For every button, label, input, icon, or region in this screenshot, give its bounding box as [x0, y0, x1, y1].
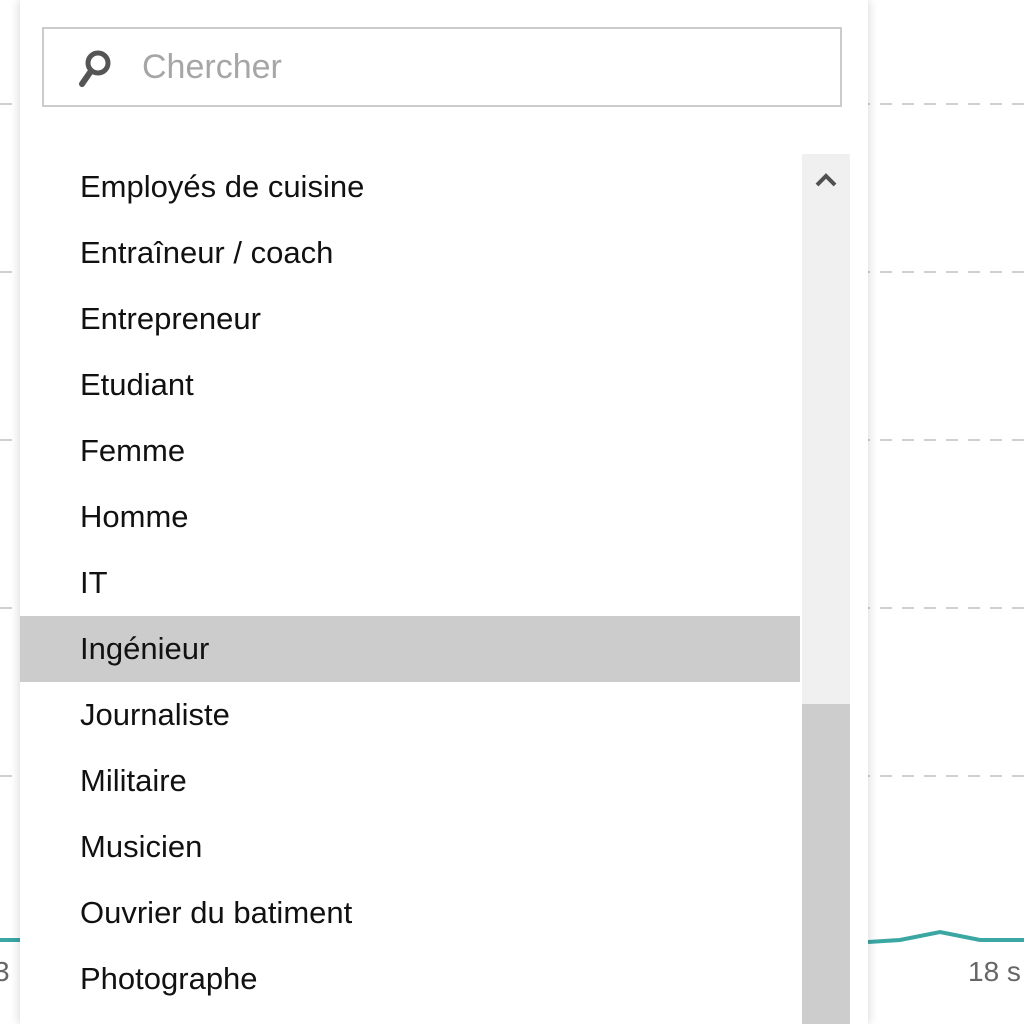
- list-item[interactable]: Ouvrier du batiment: [20, 880, 800, 946]
- list-item[interactable]: Musicien: [20, 814, 800, 880]
- list-item[interactable]: Employés de cuisine: [20, 154, 800, 220]
- list-item[interactable]: IT: [20, 550, 800, 616]
- list-item[interactable]: Entrepreneur: [20, 286, 800, 352]
- list-item[interactable]: Etudiant: [20, 352, 800, 418]
- search-input[interactable]: [142, 39, 822, 95]
- x-axis-tick-label: 3: [0, 956, 10, 987]
- scrollbar[interactable]: [802, 154, 850, 1024]
- search-box[interactable]: [42, 27, 842, 107]
- list-item[interactable]: Photographe: [20, 946, 800, 1012]
- scroll-up-button[interactable]: [802, 154, 850, 206]
- list-item[interactable]: Femme: [20, 418, 800, 484]
- options-list: Employés de cuisine Entraîneur / coach E…: [20, 154, 800, 1024]
- screen: 3 18 s Employés de cuisine Entraîneur / …: [0, 0, 1024, 1024]
- dropdown-panel: Employés de cuisine Entraîneur / coach E…: [20, 0, 868, 1024]
- scrollbar-thumb[interactable]: [802, 704, 850, 1024]
- list-item-highlighted[interactable]: Ingénieur: [20, 616, 800, 682]
- list-item[interactable]: Homme: [20, 484, 800, 550]
- list-item[interactable]: Journaliste: [20, 682, 800, 748]
- chevron-up-icon: [815, 173, 837, 187]
- search-icon: [79, 50, 111, 87]
- x-axis-tick-label: 18 s: [968, 956, 1021, 987]
- list-item[interactable]: Entraîneur / coach: [20, 220, 800, 286]
- list-item[interactable]: Militaire: [20, 748, 800, 814]
